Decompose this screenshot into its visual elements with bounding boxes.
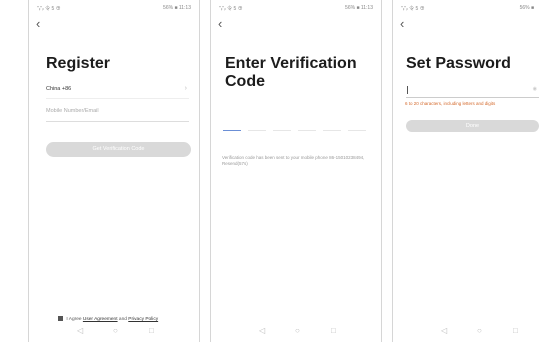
set-password-screen: "ᵢₗ"ᵢₗ 令 5 ⊕ 56% ■ ‹ Set Password ◉ 6 to… — [392, 0, 542, 342]
status-signal: "ᵢₗ"ᵢₗ 令 5 ⊕ — [219, 6, 243, 12]
verification-message: Verification code has been sent to your … — [222, 155, 365, 166]
status-bar: "ᵢₗ"ᵢₗ 令 5 ⊕ 56% ■ 11:13 — [219, 5, 373, 15]
chevron-right-icon: › — [184, 85, 187, 92]
code-digit-3[interactable] — [273, 130, 291, 131]
phone-email-input[interactable]: Mobile Number/Email — [46, 108, 189, 122]
done-button[interactable]: Done — [406, 120, 539, 132]
status-bar: "ᵢₗ"ᵢₗ 令 5 ⊕ 56% ■ 11:13 — [37, 5, 191, 15]
system-nav-bar: ◁ ○ □ — [211, 326, 381, 340]
privacy-policy-link[interactable]: Privacy Policy — [128, 317, 158, 322]
status-battery-time: 56% ■ 11:13 — [345, 5, 373, 11]
password-hint: 6 to 20 characters, including letters an… — [405, 101, 496, 106]
page-title: Register — [46, 55, 111, 72]
agree-checkbox[interactable] — [58, 316, 63, 321]
get-verification-code-button[interactable]: Get Verification Code — [46, 142, 191, 157]
back-chevron-icon[interactable]: ‹ — [400, 17, 404, 30]
status-battery: 56% ■ — [519, 5, 534, 11]
and-text: and — [118, 316, 127, 322]
status-signal: "ᵢₗ"ᵢₗ 令 5 ⊕ — [401, 6, 425, 12]
verification-screen: "ᵢₗ"ᵢₗ 令 5 ⊕ 56% ■ 11:13 ‹ Enter Verific… — [210, 0, 382, 342]
page-title: Enter Verification Code — [225, 55, 357, 90]
nav-recent-icon[interactable]: □ — [149, 326, 154, 335]
nav-home-icon[interactable]: ○ — [477, 326, 482, 335]
nav-back-icon[interactable]: ◁ — [77, 326, 83, 335]
country-code-label: China +86 — [46, 86, 72, 92]
nav-back-icon[interactable]: ◁ — [441, 326, 447, 335]
code-digit-4[interactable] — [298, 130, 316, 131]
system-nav-bar: ◁ ○ □ — [393, 326, 542, 340]
status-bar: "ᵢₗ"ᵢₗ 令 5 ⊕ 56% ■ — [401, 5, 534, 15]
status-signal: "ᵢₗ"ᵢₗ 令 5 ⊕ — [37, 6, 61, 12]
system-nav-bar: ◁ ○ □ — [29, 326, 199, 340]
register-screen: "ᵢₗ"ᵢₗ 令 5 ⊕ 56% ■ 11:13 ‹ Register Chin… — [28, 0, 200, 342]
eye-icon[interactable]: ◉ — [533, 86, 537, 92]
nav-home-icon[interactable]: ○ — [113, 326, 118, 335]
code-digit-2[interactable] — [248, 130, 266, 131]
back-chevron-icon[interactable]: ‹ — [218, 17, 222, 30]
nav-recent-icon[interactable]: □ — [513, 326, 518, 335]
verification-code-input[interactable] — [223, 130, 373, 132]
page-title: Set Password — [406, 55, 511, 72]
nav-recent-icon[interactable]: □ — [331, 326, 336, 335]
user-agreement-link[interactable]: User Agreement — [83, 317, 118, 322]
password-input[interactable]: ◉ — [406, 86, 539, 98]
code-digit-1[interactable] — [223, 130, 241, 131]
status-battery-time: 56% ■ 11:13 — [163, 5, 191, 11]
back-chevron-icon[interactable]: ‹ — [36, 17, 40, 30]
code-digit-6[interactable] — [348, 130, 366, 131]
country-code-selector[interactable]: China +86 › — [46, 85, 189, 99]
nav-home-icon[interactable]: ○ — [295, 326, 300, 335]
agreement-row: I Agree User Agreement and Privacy Polic… — [58, 316, 158, 322]
text-cursor — [407, 86, 408, 94]
code-digit-5[interactable] — [323, 130, 341, 131]
nav-back-icon[interactable]: ◁ — [259, 326, 265, 335]
agree-prefix: I Agree — [66, 316, 82, 322]
